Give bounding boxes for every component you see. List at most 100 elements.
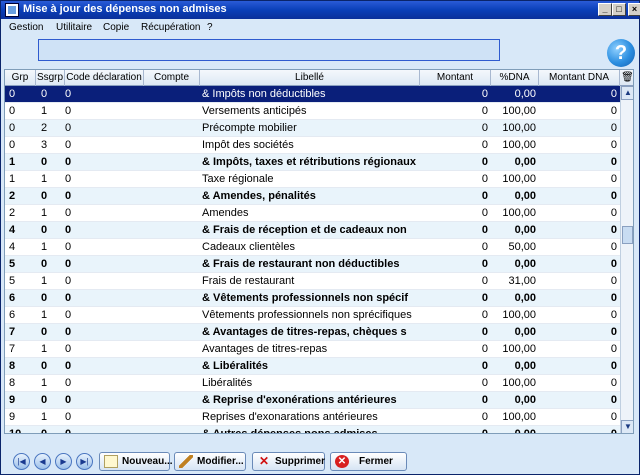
help-icon[interactable]: ?: [607, 39, 635, 67]
cell-compte: [146, 358, 198, 375]
table-row[interactable]: 9 0 0 & Reprise d'exonérations antérieures 0…: [5, 392, 620, 409]
cell-grp: 8: [9, 377, 16, 389]
table-row[interactable]: 2 0 0 & Amendes, pénalités 0 0,00 0: [5, 188, 620, 205]
cell-montant-dna: 0: [610, 428, 617, 434]
col-code-declaration[interactable]: Code déclaration: [65, 70, 144, 86]
new-button[interactable]: Nouveau...: [99, 452, 173, 471]
cell-montant-dna: 0: [610, 309, 617, 321]
delete-button[interactable]: ✕ Supprimer: [252, 452, 325, 471]
pencil-icon: [179, 455, 193, 468]
table-row[interactable]: 9 1 0 Reprises d'exonarations antérieures 0 1…: [5, 409, 620, 426]
table-row[interactable]: 5 0 0 & Frais de restaurant non déductibles…: [5, 256, 620, 273]
cell-montant: 0: [481, 156, 488, 168]
trash-icon[interactable]: 🗑: [620, 70, 633, 86]
table-row[interactable]: 0 0 0 & Impôts non déductibles 0 0,00 0: [5, 86, 620, 103]
cell-ssgrp: 2: [41, 122, 48, 134]
cell-libelle: & Reprise d'exonérations antérieures: [202, 394, 397, 406]
table-row[interactable]: 0 3 0 Impôt des sociétés 0 100,00 0: [5, 137, 620, 154]
scroll-down-button[interactable]: ▼: [621, 420, 633, 433]
table-row[interactable]: 1 0 0 & Impôts, taxes et rétributions régio…: [5, 154, 620, 171]
table-row[interactable]: 6 1 0 Vêtements professionnels non sprécifi…: [5, 307, 620, 324]
table-row[interactable]: 0 1 0 Versements anticipés 0 100,00 0: [5, 103, 620, 120]
table-row[interactable]: 8 0 0 & Libéralités 0 0,00 0: [5, 358, 620, 375]
minimize-button[interactable]: _: [598, 3, 612, 16]
cell-code: 0: [65, 139, 72, 151]
cell-grp: 4: [9, 241, 16, 253]
cell-ssgrp: 1: [41, 105, 48, 117]
cell-code: 0: [65, 360, 72, 372]
close-icon: ✕: [335, 455, 349, 468]
cell-compte: [146, 375, 198, 392]
cell-montant: 0: [481, 258, 488, 270]
table-row[interactable]: 2 1 0 Amendes 0 100,00 0: [5, 205, 620, 222]
table-row[interactable]: 7 0 0 & Avantages de titres-repas, chèques …: [5, 324, 620, 341]
col-ssgrp[interactable]: Ssgrp: [36, 70, 65, 86]
menu-recuperation[interactable]: Récupération: [141, 22, 200, 33]
cell-grp: 2: [9, 190, 16, 202]
cell-grp: 0: [9, 88, 16, 100]
cell-ssgrp: 0: [41, 292, 48, 304]
first-record-button[interactable]: |◀: [13, 453, 30, 470]
col-grp[interactable]: Grp: [5, 70, 36, 86]
table-row[interactable]: 0 2 0 Précompte mobilier 0 100,00 0: [5, 120, 620, 137]
cell-libelle: Taxe régionale: [202, 173, 274, 185]
previous-record-button[interactable]: ◀: [34, 453, 51, 470]
title-bar[interactable]: Mise à jour des dépenses non admises _ □…: [1, 1, 640, 19]
cell-ssgrp: 0: [41, 224, 48, 236]
cell-compte: [146, 86, 198, 103]
vertical-scrollbar[interactable]: ▲ ▼: [620, 86, 633, 433]
scroll-thumb[interactable]: [622, 226, 633, 244]
cell-dna: 0,00: [514, 190, 536, 202]
cell-code: 0: [65, 292, 72, 304]
cell-code: 0: [65, 411, 72, 423]
menu-copie[interactable]: Copie: [103, 22, 129, 33]
col-compte[interactable]: Compte: [144, 70, 200, 86]
table-row[interactable]: 8 1 0 Libéralités 0 100,00 0: [5, 375, 620, 392]
cell-ssgrp: 1: [41, 377, 48, 389]
cell-grp: 6: [9, 292, 16, 304]
cell-grp: 0: [9, 105, 16, 117]
next-record-button[interactable]: ▶: [55, 453, 72, 470]
cell-dna: 100,00: [502, 173, 536, 185]
close-button[interactable]: ✕ Fermer: [330, 452, 407, 471]
cell-grp: 7: [9, 326, 16, 338]
cell-dna: 0,00: [514, 292, 536, 304]
table-row[interactable]: 6 0 0 & Vêtements professionnels non spécif…: [5, 290, 620, 307]
cell-montant-dna: 0: [610, 122, 617, 134]
filter-input[interactable]: [38, 39, 500, 61]
close-window-button[interactable]: ×: [628, 3, 640, 16]
col-montant[interactable]: Montant: [420, 70, 491, 86]
cell-compte: [146, 341, 198, 358]
cell-ssgrp: 0: [41, 326, 48, 338]
cell-montant: 0: [481, 190, 488, 202]
main-window: Mise à jour des dépenses non admises _ □…: [0, 0, 640, 475]
cell-compte: [146, 307, 198, 324]
last-record-button[interactable]: ▶|: [76, 453, 93, 470]
menu-help[interactable]: ?: [207, 22, 213, 33]
cell-dna: 0,00: [514, 394, 536, 406]
cell-dna: 0,00: [514, 258, 536, 270]
edit-button[interactable]: Modifier...: [174, 452, 246, 471]
col-libelle[interactable]: Libellé: [200, 70, 420, 86]
menu-gestion[interactable]: Gestion: [9, 22, 43, 33]
menu-utilitaire[interactable]: Utilitaire: [56, 22, 92, 33]
table-row[interactable]: 4 0 0 & Frais de réception et de cadeaux no…: [5, 222, 620, 239]
cell-ssgrp: 1: [41, 241, 48, 253]
cell-grp: 0: [9, 139, 16, 151]
delete-button-label: Supprimer: [275, 456, 326, 467]
cell-compte: [146, 273, 198, 290]
col-montant-dna[interactable]: Montant DNA: [539, 70, 620, 86]
cell-code: 0: [65, 258, 72, 270]
maximize-button[interactable]: □: [612, 3, 626, 16]
table-row[interactable]: 4 1 0 Cadeaux clientèles 0 50,00 0: [5, 239, 620, 256]
scroll-up-button[interactable]: ▲: [621, 86, 633, 100]
table-row[interactable]: 7 1 0 Avantages de titres-repas 0 100,00 0: [5, 341, 620, 358]
cell-code: 0: [65, 190, 72, 202]
col-dna-percent[interactable]: %DNA: [491, 70, 539, 86]
table-row[interactable]: 10 0 0 & Autres dépenses nons admises 0 0,00 0: [5, 426, 620, 434]
table-row[interactable]: 5 1 0 Frais de restaurant 0 31,00 0: [5, 273, 620, 290]
cell-montant: 0: [481, 241, 488, 253]
table-row[interactable]: 1 1 0 Taxe régionale 0 100,00 0: [5, 171, 620, 188]
cell-code: 0: [65, 428, 72, 434]
cell-libelle: & Avantages de titres-repas, chèques s: [202, 326, 407, 338]
